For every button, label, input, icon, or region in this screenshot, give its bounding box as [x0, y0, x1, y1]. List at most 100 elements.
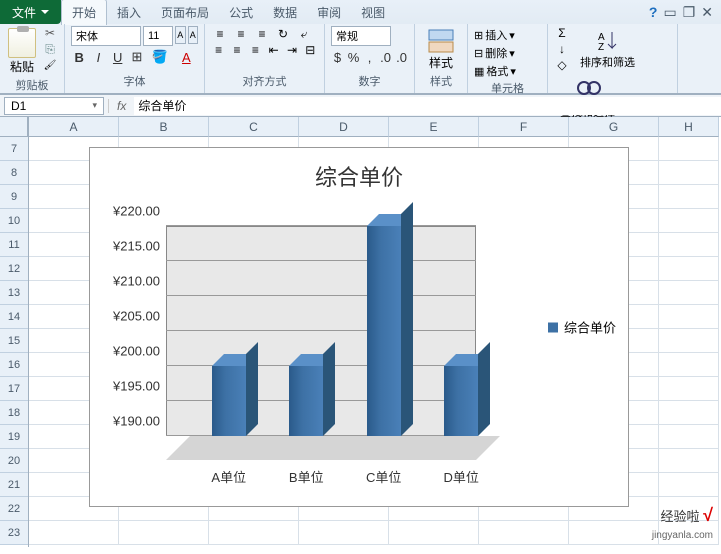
- decrease-decimal-button[interactable]: .0: [395, 48, 408, 66]
- row-header-20[interactable]: 20: [0, 449, 28, 473]
- col-header-G[interactable]: G: [569, 117, 659, 137]
- col-header-H[interactable]: H: [659, 117, 719, 137]
- border-button[interactable]: ⊞: [129, 48, 145, 66]
- row-header-7[interactable]: 7: [0, 137, 28, 161]
- font-size-select[interactable]: [143, 26, 173, 46]
- sort-label: 排序和筛选: [580, 54, 635, 70]
- fx-label[interactable]: fx: [108, 99, 134, 113]
- row-header-9[interactable]: 9: [0, 185, 28, 209]
- merge-button[interactable]: ⊟: [303, 42, 318, 58]
- align-right-button[interactable]: ≡: [248, 42, 263, 58]
- row-header-19[interactable]: 19: [0, 425, 28, 449]
- row-header-22[interactable]: 22: [0, 497, 28, 521]
- align-top-button[interactable]: ≡: [211, 26, 229, 42]
- cut-icon[interactable]: [42, 26, 58, 40]
- number-format-select[interactable]: [331, 26, 391, 46]
- decrease-indent-button[interactable]: ⇤: [266, 42, 281, 58]
- row-header-11[interactable]: 11: [0, 233, 28, 257]
- formula-input[interactable]: [134, 97, 721, 115]
- svg-text:Z: Z: [598, 42, 604, 53]
- insert-cells-button[interactable]: ⊞ 插入 ▾: [474, 26, 541, 44]
- fill-color-button[interactable]: 🪣: [148, 48, 171, 66]
- ribbon-body: 粘贴 剪贴板 A A B I: [0, 24, 721, 94]
- increase-decimal-button[interactable]: .0: [379, 48, 392, 66]
- col-header-E[interactable]: E: [389, 117, 479, 137]
- row-header-10[interactable]: 10: [0, 209, 28, 233]
- increase-indent-button[interactable]: ⇥: [284, 42, 299, 58]
- help-icon[interactable]: ?: [649, 4, 658, 20]
- chart-plot-area: ¥190.00¥195.00¥200.00¥205.00¥210.00¥215.…: [190, 204, 500, 484]
- row-header-12[interactable]: 12: [0, 257, 28, 281]
- chart-bar[interactable]: [289, 366, 323, 436]
- copy-icon[interactable]: [42, 42, 58, 56]
- italic-button[interactable]: I: [90, 48, 106, 66]
- fill-button[interactable]: ↓: [554, 42, 570, 56]
- currency-button[interactable]: $: [331, 48, 344, 66]
- style-group: 样式 样式: [415, 24, 468, 93]
- sort-icon: AZ: [594, 28, 622, 54]
- decrease-font-button[interactable]: A: [188, 26, 199, 44]
- format-painter-icon[interactable]: [42, 58, 58, 72]
- close-icon[interactable]: ✕: [701, 4, 713, 21]
- format-cells-button[interactable]: ▦ 格式 ▾: [474, 62, 541, 80]
- clear-button[interactable]: ◇: [554, 58, 570, 72]
- select-all-corner[interactable]: [0, 117, 28, 137]
- tab-layout[interactable]: 页面布局: [151, 0, 219, 25]
- y-tick-label: ¥220.00: [92, 204, 160, 219]
- row-header-14[interactable]: 14: [0, 305, 28, 329]
- tab-home[interactable]: 开始: [61, 0, 107, 25]
- tab-formula[interactable]: 公式: [219, 0, 263, 25]
- col-header-D[interactable]: D: [299, 117, 389, 137]
- autosum-button[interactable]: Σ: [554, 26, 570, 40]
- paste-button[interactable]: 粘贴: [6, 26, 38, 77]
- styles-button[interactable]: 样式: [421, 26, 461, 73]
- cells-group-label: 单元格: [474, 80, 541, 98]
- wrap-text-button[interactable]: ⤶: [295, 26, 313, 42]
- number-group-label: 数字: [331, 73, 408, 91]
- row-header-23[interactable]: 23: [0, 521, 28, 545]
- col-header-A[interactable]: A: [29, 117, 119, 137]
- name-box[interactable]: D1: [4, 97, 104, 115]
- chart-bar[interactable]: [444, 366, 478, 436]
- font-color-button[interactable]: A: [175, 48, 198, 66]
- comma-button[interactable]: ,: [363, 48, 376, 66]
- chart-bar[interactable]: [212, 366, 246, 436]
- percent-button[interactable]: %: [347, 48, 360, 66]
- row-header-13[interactable]: 13: [0, 281, 28, 305]
- delete-label: 删除: [485, 45, 507, 61]
- increase-font-button[interactable]: A: [175, 26, 186, 44]
- align-center-button[interactable]: ≡: [229, 42, 244, 58]
- row-header-15[interactable]: 15: [0, 329, 28, 353]
- styles-icon: [427, 28, 455, 54]
- file-tab[interactable]: 文件: [0, 0, 61, 24]
- delete-cells-button[interactable]: ⊟ 删除 ▾: [474, 44, 541, 62]
- tab-data[interactable]: 数据: [263, 0, 307, 25]
- row-header-21[interactable]: 21: [0, 473, 28, 497]
- align-middle-button[interactable]: ≡: [232, 26, 250, 42]
- row-header-17[interactable]: 17: [0, 377, 28, 401]
- font-name-select[interactable]: [71, 26, 141, 46]
- col-header-F[interactable]: F: [479, 117, 569, 137]
- grid-body[interactable]: ABCDEFGH 综合单价 ¥190.00¥195.00¥200.00¥205.…: [29, 117, 721, 547]
- minimize-icon[interactable]: ▭: [663, 4, 676, 21]
- embedded-chart[interactable]: 综合单价 ¥190.00¥195.00¥200.00¥205.00¥210.00…: [89, 147, 629, 507]
- bold-button[interactable]: B: [71, 48, 87, 66]
- orientation-button[interactable]: ↻: [274, 26, 292, 42]
- col-header-C[interactable]: C: [209, 117, 299, 137]
- chart-title: 综合单价: [90, 148, 628, 200]
- col-header-B[interactable]: B: [119, 117, 209, 137]
- row-header-16[interactable]: 16: [0, 353, 28, 377]
- col-headers: ABCDEFGH: [29, 117, 721, 137]
- tab-view[interactable]: 视图: [351, 0, 395, 25]
- restore-icon[interactable]: ❐: [683, 4, 696, 21]
- sort-filter-button[interactable]: AZ 排序和筛选: [574, 26, 641, 72]
- tab-review[interactable]: 审阅: [307, 0, 351, 25]
- check-icon: √: [703, 505, 713, 525]
- align-bottom-button[interactable]: ≡: [253, 26, 271, 42]
- align-left-button[interactable]: ≡: [211, 42, 226, 58]
- tab-insert[interactable]: 插入: [107, 0, 151, 25]
- row-header-18[interactable]: 18: [0, 401, 28, 425]
- underline-button[interactable]: U: [110, 48, 126, 66]
- chart-bar[interactable]: [367, 226, 401, 436]
- row-header-8[interactable]: 8: [0, 161, 28, 185]
